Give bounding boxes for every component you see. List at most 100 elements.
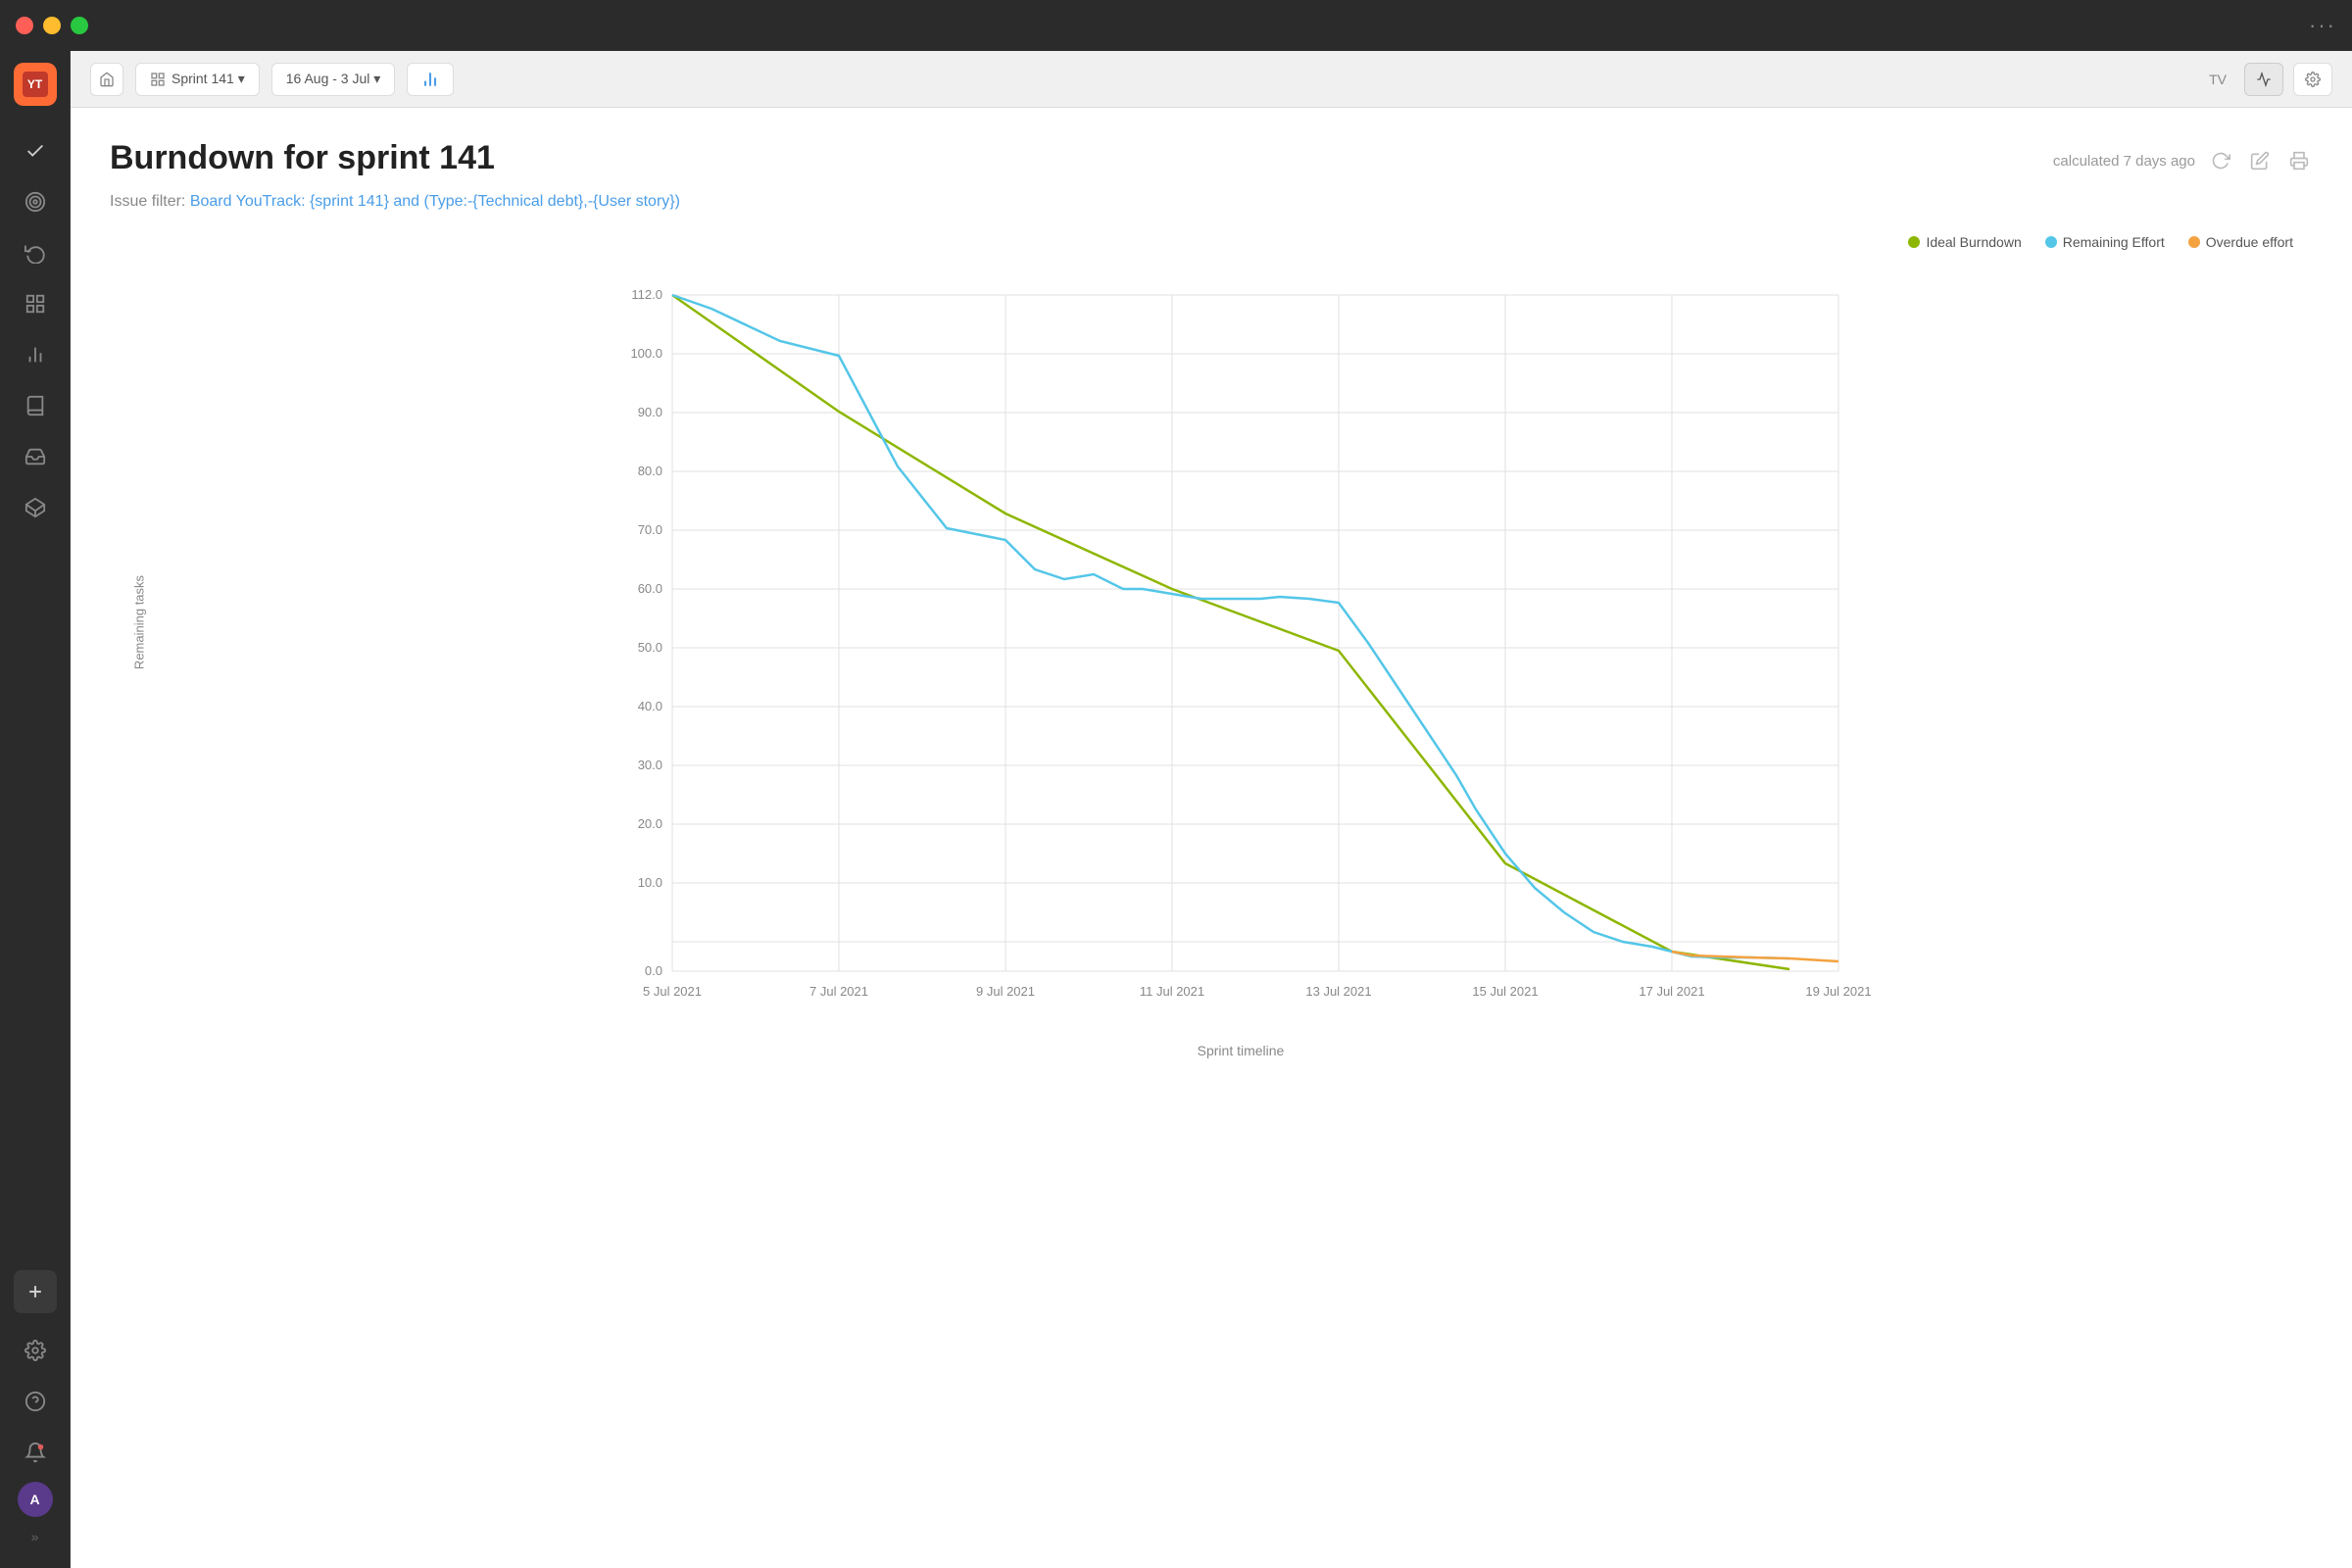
calculated-timestamp: calculated 7 days ago: [2053, 153, 2195, 170]
remaining-effort-dot: [2045, 236, 2057, 248]
svg-text:40.0: 40.0: [638, 699, 662, 713]
toolbar: Sprint 141 ▾ 16 Aug - 3 Jul ▾ TV: [71, 51, 2352, 108]
sidebar: YT: [0, 51, 71, 1568]
chart-type-button[interactable]: [407, 63, 454, 96]
chart-view-button[interactable]: [2244, 63, 2283, 96]
bell-icon: [24, 1442, 46, 1463]
toolbar-right: TV: [2201, 63, 2332, 96]
svg-text:80.0: 80.0: [638, 464, 662, 478]
y-axis-label: Remaining tasks: [132, 564, 147, 681]
refresh-icon: [2211, 151, 2230, 171]
ideal-burndown-label: Ideal Burndown: [1926, 234, 2021, 250]
history-icon: [24, 242, 46, 264]
svg-text:50.0: 50.0: [638, 640, 662, 655]
filter-link[interactable]: Board YouTrack: {sprint 141} and (Type:-…: [190, 193, 680, 210]
remaining-effort-line: [672, 295, 1789, 958]
overdue-effort-line: [1672, 952, 1838, 961]
printer-icon: [2289, 151, 2309, 171]
x-axis-label: Sprint timeline: [169, 1043, 2313, 1058]
board-button[interactable]: Sprint 141 ▾: [135, 63, 260, 96]
sidebar-item-reports[interactable]: [14, 333, 57, 376]
maximize-button[interactable]: [71, 17, 88, 34]
plus-icon: [25, 1282, 45, 1301]
content-area: Sprint 141 ▾ 16 Aug - 3 Jul ▾ TV: [71, 51, 2352, 1568]
svg-text:15 Jul 2021: 15 Jul 2021: [1472, 984, 1538, 999]
svg-text:90.0: 90.0: [638, 405, 662, 419]
refresh-button[interactable]: [2207, 147, 2234, 174]
sidebar-item-target[interactable]: [14, 180, 57, 223]
user-avatar[interactable]: A: [18, 1482, 53, 1517]
report-title: Burndown for sprint 141: [110, 139, 495, 177]
sidebar-item-inbox[interactable]: [14, 435, 57, 478]
report-area: Burndown for sprint 141 calculated 7 day…: [71, 108, 2352, 1568]
check-icon: [24, 140, 46, 162]
ideal-burndown-line: [672, 295, 1789, 969]
svg-text:9 Jul 2021: 9 Jul 2021: [976, 984, 1035, 999]
date-range-button[interactable]: 16 Aug - 3 Jul ▾: [271, 63, 396, 96]
svg-text:17 Jul 2021: 17 Jul 2021: [1639, 984, 1704, 999]
settings-icon: [2305, 72, 2321, 87]
legend-overdue-effort: Overdue effort: [2188, 234, 2293, 250]
pencil-icon: [2250, 151, 2270, 171]
edit-button[interactable]: [2246, 147, 2274, 174]
sidebar-item-notifications[interactable]: [14, 1431, 57, 1474]
expand-button[interactable]: »: [27, 1525, 43, 1548]
svg-text:19 Jul 2021: 19 Jul 2021: [1805, 984, 1871, 999]
dashboard-icon: [24, 293, 46, 315]
minimize-button[interactable]: [43, 17, 61, 34]
sidebar-item-stack[interactable]: [14, 486, 57, 529]
legend-remaining-effort: Remaining Effort: [2045, 234, 2165, 250]
svg-text:20.0: 20.0: [638, 816, 662, 831]
knowledge-icon: [24, 395, 46, 416]
remaining-effort-label: Remaining Effort: [2063, 234, 2165, 250]
svg-text:5 Jul 2021: 5 Jul 2021: [643, 984, 702, 999]
gear-icon: [24, 1340, 46, 1361]
legend-ideal-burndown: Ideal Burndown: [1908, 234, 2021, 250]
svg-text:100.0: 100.0: [630, 346, 662, 361]
chart-wrapper: Remaining tasks: [110, 266, 2313, 1058]
stack-icon: [24, 497, 46, 518]
svg-text:13 Jul 2021: 13 Jul 2021: [1305, 984, 1371, 999]
sidebar-item-knowledge[interactable]: [14, 384, 57, 427]
overdue-effort-label: Overdue effort: [2206, 234, 2293, 250]
reports-icon: [24, 344, 46, 366]
add-button[interactable]: [14, 1270, 57, 1313]
logo-inner: YT: [23, 72, 48, 97]
sidebar-nav: [14, 129, 57, 1270]
sidebar-item-help[interactable]: [14, 1380, 57, 1423]
tv-label: TV: [2201, 72, 2234, 87]
sidebar-item-dashboard[interactable]: [14, 282, 57, 325]
svg-text:0.0: 0.0: [645, 963, 662, 978]
sidebar-item-history[interactable]: [14, 231, 57, 274]
svg-text:7 Jul 2021: 7 Jul 2021: [809, 984, 868, 999]
svg-text:112.0: 112.0: [631, 287, 662, 302]
ideal-burndown-dot: [1908, 236, 1920, 248]
sidebar-item-settings[interactable]: [14, 1329, 57, 1372]
svg-text:60.0: 60.0: [638, 581, 662, 596]
inbox-icon: [24, 446, 46, 467]
report-settings-button[interactable]: [2293, 63, 2332, 96]
titlebar: ···: [0, 0, 2352, 51]
bar-chart-icon: [420, 70, 440, 89]
titlebar-menu-icon[interactable]: ···: [2309, 13, 2336, 38]
target-icon: [24, 191, 46, 213]
traffic-lights: [16, 17, 88, 34]
svg-text:10.0: 10.0: [638, 875, 662, 890]
sidebar-item-check[interactable]: [14, 129, 57, 172]
close-button[interactable]: [16, 17, 33, 34]
svg-text:30.0: 30.0: [638, 758, 662, 772]
svg-text:70.0: 70.0: [638, 522, 662, 537]
print-button[interactable]: [2285, 147, 2313, 174]
chart-legend: Ideal Burndown Remaining Effort Overdue …: [110, 234, 2293, 250]
home-icon: [99, 72, 115, 87]
app-logo[interactable]: YT: [14, 63, 57, 106]
svg-text:11 Jul 2021: 11 Jul 2021: [1140, 984, 1204, 999]
board-icon: [150, 72, 166, 87]
chart-view-icon: [2256, 72, 2272, 87]
main-layout: YT: [0, 51, 2352, 1568]
home-button[interactable]: [90, 63, 123, 96]
sidebar-bottom: A »: [14, 1270, 57, 1556]
overdue-effort-dot: [2188, 236, 2200, 248]
report-filter: Issue filter: Board YouTrack: {sprint 14…: [110, 193, 2313, 211]
help-icon: [24, 1391, 46, 1412]
